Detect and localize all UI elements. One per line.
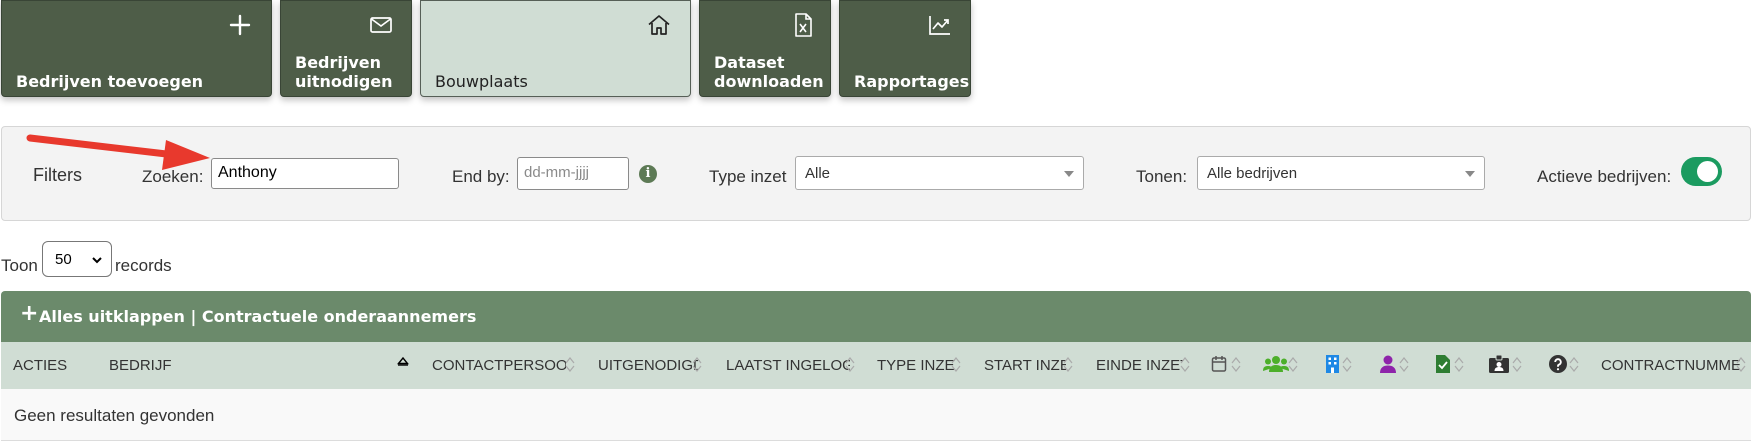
expand-all-label: Alles uitklappen | Contractuele onderaan… bbox=[39, 307, 477, 326]
active-companies-toggle[interactable] bbox=[1681, 157, 1722, 186]
sort-icon[interactable] bbox=[1179, 356, 1191, 373]
tonen-value: Alle bedrijven bbox=[1207, 165, 1298, 182]
caret-down-icon bbox=[1064, 171, 1074, 177]
endby-date-input[interactable]: dd-mm-jjjj bbox=[517, 157, 629, 190]
red-arrow-annotation bbox=[26, 134, 210, 170]
reports-tile[interactable]: Rapportages bbox=[839, 0, 971, 97]
tile-label: Bedrijven uitnodigen bbox=[295, 53, 393, 91]
calendar-icon[interactable] bbox=[1211, 355, 1227, 373]
col-uitgenodigd[interactable]: UITGENODIGD bbox=[598, 357, 698, 374]
col-contactpersoon[interactable]: CONTACTPERSOON bbox=[432, 357, 566, 374]
document-check-icon[interactable] bbox=[1436, 355, 1450, 373]
type-inzet-label: Type inzet bbox=[709, 167, 787, 186]
col-bedrijf[interactable]: BEDRIJF bbox=[109, 357, 172, 374]
sort-icon[interactable] bbox=[1230, 356, 1242, 373]
tile-label: Bouwplaats bbox=[435, 72, 528, 91]
sort-icon[interactable] bbox=[691, 356, 703, 373]
records-prefix: Toon bbox=[1, 256, 38, 275]
page-size-value: 50 bbox=[55, 251, 72, 268]
tonen-label: Tonen: bbox=[1136, 167, 1188, 186]
toggle-knob bbox=[1697, 161, 1718, 182]
question-circle-icon[interactable] bbox=[1549, 355, 1567, 373]
sort-icon[interactable] bbox=[564, 356, 576, 373]
col-acties: ACTIES bbox=[13, 357, 68, 374]
building-icon[interactable] bbox=[1326, 355, 1339, 373]
sort-icon[interactable] bbox=[1398, 356, 1410, 373]
search-input[interactable]: Anthony bbox=[211, 158, 399, 189]
type-inzet-value: Alle bbox=[805, 165, 831, 182]
col-type-inzet[interactable]: TYPE INZET bbox=[877, 357, 955, 374]
records-suffix: records bbox=[115, 256, 172, 275]
page-size-select[interactable]: 50 bbox=[42, 241, 112, 277]
col-einde-inzet[interactable]: EINDE INZET bbox=[1096, 357, 1183, 374]
sort-icon[interactable] bbox=[1341, 356, 1353, 373]
sort-icon[interactable] bbox=[1062, 356, 1074, 373]
construction-site-tile[interactable]: Bouwplaats bbox=[420, 0, 691, 97]
info-icon[interactable]: i bbox=[639, 165, 657, 183]
id-card-icon[interactable] bbox=[1489, 355, 1509, 373]
empty-results-text: Geen resultaten gevonden bbox=[14, 406, 215, 425]
plus-icon: + bbox=[20, 301, 39, 326]
envelope-icon bbox=[368, 12, 394, 38]
sort-icon[interactable] bbox=[1735, 356, 1747, 373]
filters-panel: Filters Zoeken: Anthony End by: dd-mm-jj… bbox=[1, 126, 1751, 221]
add-companies-tile[interactable]: Bedrijven toevoegen bbox=[1, 0, 272, 97]
sort-icon[interactable] bbox=[844, 356, 856, 373]
excel-file-icon bbox=[790, 12, 816, 38]
download-dataset-tile[interactable]: Dataset downloaden bbox=[699, 0, 831, 97]
sort-icon[interactable] bbox=[950, 356, 962, 373]
tonen-select[interactable]: Alle bedrijven bbox=[1197, 156, 1485, 190]
col-laatst-ingelogd[interactable]: LAATST INGELOGD bbox=[726, 357, 850, 374]
endby-label: End by: bbox=[452, 167, 510, 186]
chevron-down-icon bbox=[91, 253, 103, 265]
table-header: ACTIES BEDRIJF CONTACTPERSOON UITGENODIG… bbox=[1, 342, 1751, 389]
active-companies-label: Actieve bedrijven: bbox=[1537, 167, 1672, 186]
sort-icon[interactable] bbox=[1287, 356, 1299, 373]
tile-label: Rapportages bbox=[854, 72, 970, 91]
users-icon[interactable] bbox=[1263, 355, 1289, 373]
invite-companies-tile[interactable]: Bedrijven uitnodigen bbox=[280, 0, 412, 97]
caret-down-icon bbox=[1465, 171, 1475, 177]
user-icon[interactable] bbox=[1380, 355, 1396, 373]
col-start-inzet[interactable]: START INZET bbox=[984, 357, 1066, 374]
sort-icon[interactable] bbox=[1511, 356, 1523, 373]
chart-line-icon bbox=[927, 12, 953, 38]
expand-all-bar[interactable]: + Alles uitklappen | Contractuele ondera… bbox=[1, 291, 1751, 342]
empty-results-row: Geen resultaten gevonden bbox=[1, 389, 1751, 441]
plus-icon bbox=[227, 12, 253, 38]
sort-asc-icon[interactable] bbox=[397, 356, 409, 366]
tile-label: Bedrijven toevoegen bbox=[16, 72, 204, 91]
sort-icon[interactable] bbox=[1453, 356, 1465, 373]
tile-label: Dataset downloaden bbox=[714, 53, 824, 91]
type-inzet-select[interactable]: Alle bbox=[795, 156, 1084, 190]
home-icon bbox=[646, 12, 672, 38]
col-contractnummer[interactable]: CONTRACTNUMMER bbox=[1601, 357, 1740, 374]
sort-icon[interactable] bbox=[1568, 356, 1580, 373]
